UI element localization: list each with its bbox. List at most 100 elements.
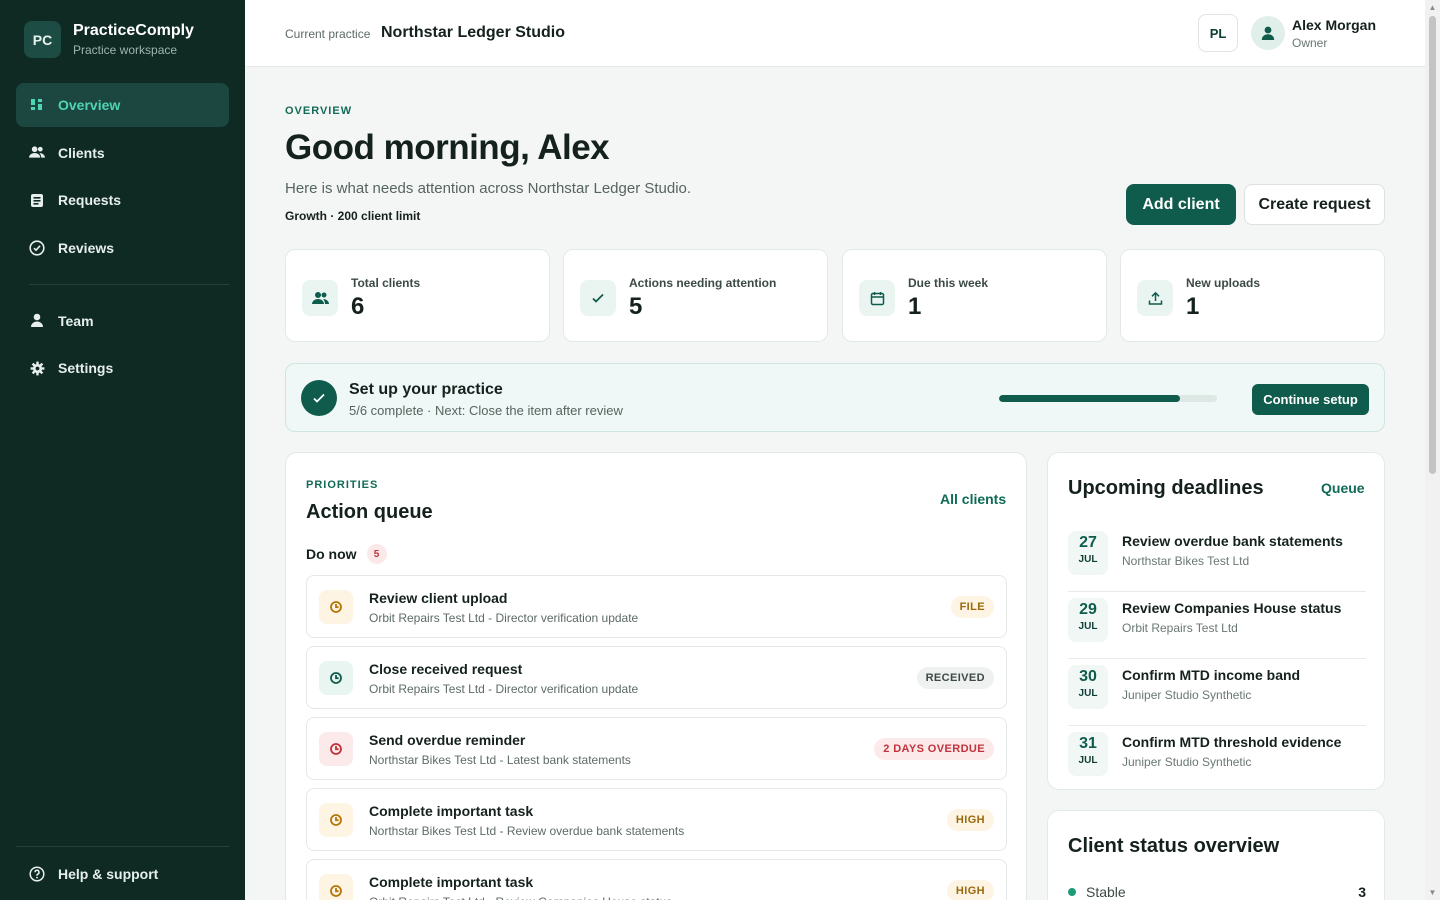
brand-subtitle: Practice workspace xyxy=(73,43,178,57)
all-clients-link[interactable]: All clients xyxy=(940,491,1006,507)
users-icon xyxy=(29,145,45,161)
nav-divider xyxy=(29,283,229,285)
help-divider xyxy=(16,846,229,847)
sidebar-item-settings[interactable]: Settings xyxy=(16,346,229,390)
deadline-client: Juniper Studio Synthetic xyxy=(1122,688,1252,702)
users-icon xyxy=(302,280,338,316)
stat-value: 1 xyxy=(908,293,922,320)
continue-setup-button[interactable]: Continue setup xyxy=(1252,384,1369,415)
deadline-date-badge: 31 JUL xyxy=(1068,732,1108,776)
scroll-up-arrow-icon[interactable]: ▲ xyxy=(1428,3,1437,12)
clock-icon xyxy=(319,732,353,766)
queue-item-detail: Orbit Repairs Test Ltd - Review Companie… xyxy=(369,895,672,900)
clock-icon xyxy=(319,803,353,837)
deadline-item[interactable]: 27 JUL Review overdue bank statements North… xyxy=(1068,525,1366,592)
help-label: Help & support xyxy=(58,866,159,882)
queue-item[interactable]: Complete important task Orbit Repairs Tes… xyxy=(306,859,1007,900)
deadline-month: JUL xyxy=(1078,554,1098,565)
setup-banner: Set up your practice 5/6 complete · Next… xyxy=(285,363,1385,432)
stat-card-due-this-week[interactable]: Due this week 1 xyxy=(842,249,1107,342)
sidebar-item-clients[interactable]: Clients xyxy=(16,131,229,175)
page-scrollbar[interactable]: ▲ ▼ xyxy=(1425,0,1440,900)
deadline-day: 30 xyxy=(1079,668,1097,685)
person-icon xyxy=(29,313,45,329)
queue-item-detail: Northstar Bikes Test Ltd - Review overdu… xyxy=(369,824,685,838)
queue-section-label: Do now xyxy=(306,546,357,562)
queue-item-title: Send overdue reminder xyxy=(369,732,526,748)
deadline-day: 27 xyxy=(1079,534,1097,551)
help-support-link[interactable]: Help & support xyxy=(16,852,229,896)
queue-item[interactable]: Close received request Orbit Repairs Test… xyxy=(306,646,1007,709)
queue-item[interactable]: Send overdue reminder Northstar Bikes Tes… xyxy=(306,717,1007,780)
help-circle-icon xyxy=(29,866,45,882)
deadline-day: 29 xyxy=(1079,601,1097,618)
clock-icon xyxy=(319,661,353,695)
plan-label: Growth · 200 client limit xyxy=(285,209,421,223)
queue-item-detail: Orbit Repairs Test Ltd - Director verifi… xyxy=(369,611,639,625)
practice-switcher-badge[interactable]: PL xyxy=(1198,14,1238,52)
queue-item[interactable]: Complete important task Northstar Bikes T… xyxy=(306,788,1007,851)
sidebar-item-team[interactable]: Team xyxy=(16,299,229,343)
queue-link[interactable]: Queue xyxy=(1321,480,1365,496)
brand[interactable]: PC PracticeComply Practice workspace xyxy=(24,21,194,58)
check-icon xyxy=(580,280,616,316)
deadline-client: Juniper Studio Synthetic xyxy=(1122,755,1252,769)
add-client-button[interactable]: Add client xyxy=(1126,184,1236,225)
check-icon xyxy=(301,380,337,416)
queue-item-tag: HIGH xyxy=(946,809,994,831)
queue-item-title: Review client upload xyxy=(369,590,508,606)
sidebar-item-requests[interactable]: Requests xyxy=(16,178,229,222)
stat-card-actions[interactable]: Actions needing attention 5 xyxy=(563,249,828,342)
stat-card-total-clients[interactable]: Total clients 6 xyxy=(285,249,550,342)
sidebar-item-label: Reviews xyxy=(58,239,115,256)
deadline-month: JUL xyxy=(1078,688,1098,699)
deadline-item[interactable]: 30 JUL Confirm MTD income band Juniper Stud… xyxy=(1068,659,1366,726)
stat-card-new-uploads[interactable]: New uploads 1 xyxy=(1120,249,1385,342)
upcoming-deadlines-card: Upcoming deadlines Queue 27 JUL Review ove… xyxy=(1047,452,1385,790)
gear-icon xyxy=(29,360,45,376)
user-name[interactable]: Alex Morgan xyxy=(1292,17,1376,33)
avatar[interactable] xyxy=(1251,16,1285,50)
sidebar-item-overview[interactable]: Overview xyxy=(16,83,229,127)
deadline-client: Northstar Bikes Test Ltd xyxy=(1122,554,1250,568)
page-title: Good morning, Alex xyxy=(285,128,610,167)
brand-logo: PC xyxy=(24,21,61,58)
check-circle-icon xyxy=(29,239,45,256)
clock-icon xyxy=(319,590,353,624)
deadlines-title: Upcoming deadlines xyxy=(1068,477,1264,499)
upload-icon xyxy=(1137,280,1173,316)
queue-item-tag: RECEIVED xyxy=(916,667,994,689)
queue-item[interactable]: Review client upload Orbit Repairs Test L… xyxy=(306,575,1007,638)
stat-value: 6 xyxy=(351,293,365,320)
stat-value: 1 xyxy=(1186,293,1200,320)
deadline-item[interactable]: 29 JUL Review Companies House status Orbit … xyxy=(1068,592,1366,659)
sidebar-item-reviews[interactable]: Reviews xyxy=(16,226,229,270)
action-queue-card: PRIORITIES Action queue All clients Do n… xyxy=(285,452,1027,900)
grid-icon xyxy=(29,97,45,113)
clock-icon xyxy=(319,874,353,900)
deadline-date-badge: 29 JUL xyxy=(1068,598,1108,642)
sidebar-item-label: Requests xyxy=(58,192,122,208)
scroll-thumb[interactable] xyxy=(1429,16,1436,474)
status-row[interactable]: Stable 3 xyxy=(1068,884,1366,900)
queue-item-tag: HIGH xyxy=(946,880,994,900)
sidebar-item-label: Team xyxy=(58,312,94,329)
current-practice-label: Current practice xyxy=(285,27,371,41)
queue-item-title: Complete important task xyxy=(369,874,534,890)
queue-item-tag: 2 DAYS OVERDUE xyxy=(874,738,994,760)
user-role: Owner xyxy=(1292,36,1328,50)
deadline-date-badge: 30 JUL xyxy=(1068,665,1108,709)
stat-value: 5 xyxy=(629,293,643,320)
deadline-month: JUL xyxy=(1078,621,1098,632)
page-eyebrow: OVERVIEW xyxy=(285,105,353,117)
stat-label: Actions needing attention xyxy=(629,276,777,290)
create-request-button[interactable]: Create request xyxy=(1244,184,1385,225)
current-practice-name[interactable]: Northstar Ledger Studio xyxy=(381,24,565,42)
deadline-title: Confirm MTD income band xyxy=(1122,667,1301,683)
stat-label: Total clients xyxy=(351,276,421,290)
deadline-item[interactable]: 31 JUL Confirm MTD threshold evidence Junip… xyxy=(1068,726,1366,793)
queue-count-badge: 5 xyxy=(366,544,387,564)
deadline-title: Review overdue bank statements xyxy=(1122,533,1343,549)
scroll-down-arrow-icon[interactable]: ▼ xyxy=(1428,888,1437,897)
deadline-date-badge: 27 JUL xyxy=(1068,531,1108,575)
